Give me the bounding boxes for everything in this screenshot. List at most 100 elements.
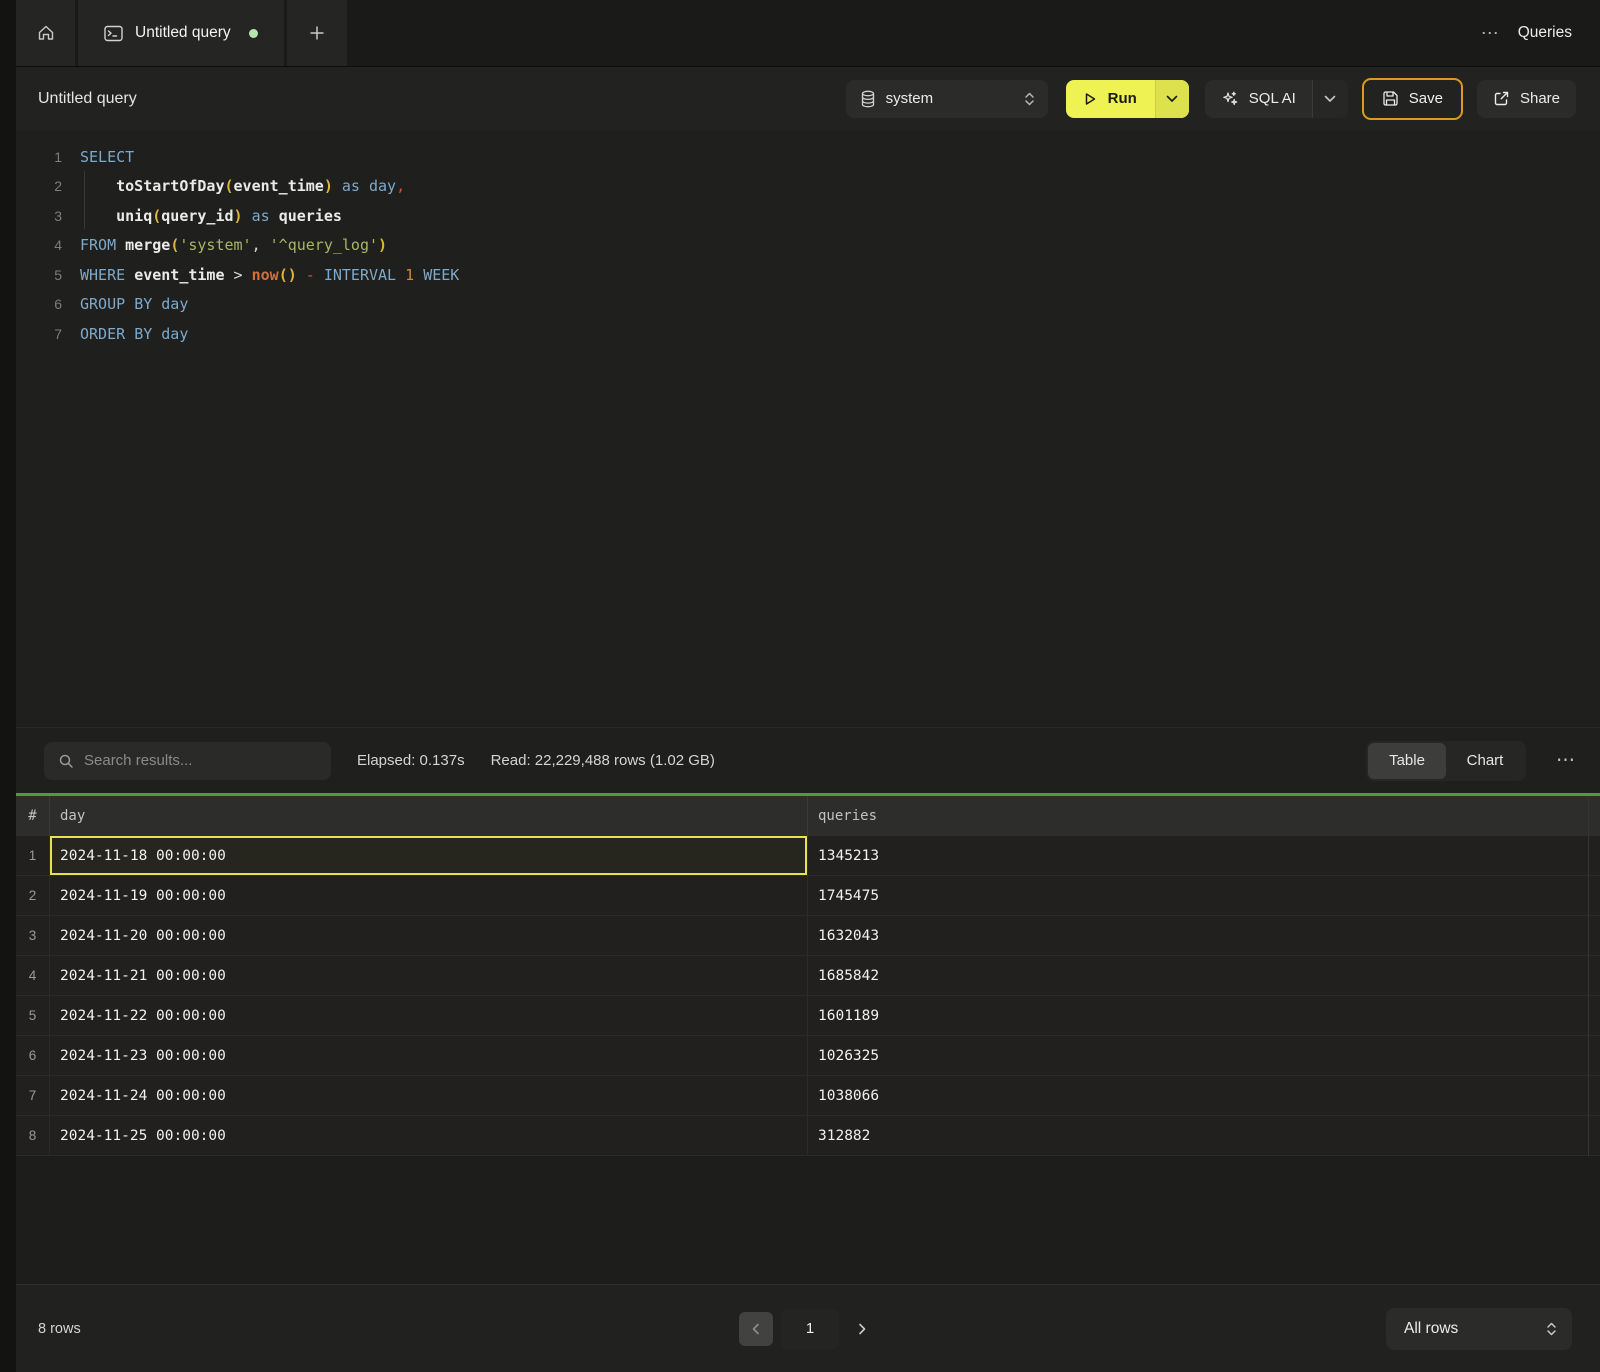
tab-table-view[interactable]: Table (1368, 743, 1446, 779)
run-button[interactable]: Run (1066, 80, 1155, 118)
results-more-icon[interactable]: ⋯ (1556, 749, 1576, 772)
left-edge-strip (0, 0, 16, 1372)
share-label: Share (1520, 90, 1560, 107)
code-line[interactable]: 6GROUP BY day (16, 290, 1600, 320)
search-icon (58, 753, 74, 769)
view-toggle: Table Chart (1366, 741, 1526, 781)
query-title: Untitled query (38, 90, 832, 108)
save-button[interactable]: Save (1362, 78, 1463, 120)
cell-day[interactable]: 2024-11-25 00:00:00 (50, 1116, 808, 1155)
sql-editor[interactable]: 1SELECT2 toStartOfDay(event_time) as day… (16, 130, 1600, 727)
sql-ai-label: SQL AI (1249, 90, 1296, 107)
run-label: Run (1108, 90, 1137, 107)
row-index-cell[interactable]: 5 (16, 996, 50, 1035)
row-index-cell[interactable]: 3 (16, 916, 50, 955)
code-line[interactable]: 4FROM merge('system', '^query_log') (16, 231, 1600, 261)
table-row[interactable]: 22024-11-19 00:00:001745475 (16, 876, 1600, 916)
database-selector[interactable]: system (846, 80, 1048, 118)
cell-queries[interactable]: 312882 (808, 1116, 1600, 1155)
chevron-right-icon (858, 1323, 866, 1335)
queries-link[interactable]: Queries (1518, 24, 1572, 42)
cell-queries[interactable]: 1632043 (808, 916, 1600, 955)
cell-queries[interactable]: 1601189 (808, 996, 1600, 1035)
unsaved-indicator-dot (249, 29, 258, 38)
cell-day[interactable]: 2024-11-23 00:00:00 (50, 1036, 808, 1075)
cell-queries[interactable]: 1745475 (808, 876, 1600, 915)
tab-title: Untitled query (135, 24, 231, 42)
chevron-left-icon (752, 1323, 760, 1335)
line-number: 5 (16, 267, 62, 283)
more-options-icon[interactable]: ⋯ (1481, 23, 1500, 44)
column-header-day[interactable]: day (50, 796, 808, 836)
run-options-button[interactable] (1155, 80, 1189, 118)
scrollbar-gutter[interactable] (1588, 796, 1600, 1156)
external-link-icon (1493, 90, 1510, 107)
table-row[interactable]: 52024-11-22 00:00:001601189 (16, 996, 1600, 1036)
new-tab-button[interactable] (287, 0, 347, 66)
search-results-box[interactable] (44, 742, 331, 780)
line-number: 7 (16, 326, 62, 342)
save-icon (1382, 90, 1399, 107)
table-row[interactable]: 72024-11-24 00:00:001038066 (16, 1076, 1600, 1116)
code-text: GROUP BY day (62, 295, 188, 313)
column-header-index[interactable]: # (16, 796, 50, 836)
database-icon (860, 90, 876, 108)
terminal-icon (104, 25, 123, 42)
line-number: 3 (16, 208, 62, 224)
row-index-cell[interactable]: 1 (16, 836, 50, 875)
code-line[interactable]: 7ORDER BY day (16, 319, 1600, 349)
code-line[interactable]: 5WHERE event_time > now() - INTERVAL 1 W… (16, 260, 1600, 290)
results-empty-area (16, 1156, 1600, 1284)
cell-day[interactable]: 2024-11-18 00:00:00 (50, 836, 808, 875)
line-number: 2 (16, 178, 62, 194)
code-line[interactable]: 3 uniq(query_id) as queries (16, 201, 1600, 231)
previous-page-button[interactable] (739, 1312, 773, 1346)
page-number-button[interactable]: 1 (781, 1309, 839, 1349)
cell-queries[interactable]: 1345213 (808, 836, 1600, 875)
code-line[interactable]: 1SELECT (16, 142, 1600, 172)
code-text: WHERE event_time > now() - INTERVAL 1 WE… (62, 266, 459, 284)
tab-untitled-query[interactable]: Untitled query (78, 0, 284, 66)
table-row[interactable]: 32024-11-20 00:00:001632043 (16, 916, 1600, 956)
cell-day[interactable]: 2024-11-21 00:00:00 (50, 956, 808, 995)
table-row[interactable]: 42024-11-21 00:00:001685842 (16, 956, 1600, 996)
row-index-cell[interactable]: 7 (16, 1076, 50, 1115)
cell-queries[interactable]: 1026325 (808, 1036, 1600, 1075)
search-results-input[interactable] (84, 752, 319, 769)
next-page-button[interactable] (847, 1312, 877, 1346)
code-text: uniq(query_id) as queries (62, 207, 342, 225)
results-footer: 8 rows 1 All rows (16, 1284, 1600, 1372)
chevron-updown-icon (1545, 1321, 1558, 1337)
cell-queries[interactable]: 1685842 (808, 956, 1600, 995)
row-count: 8 rows (38, 1321, 81, 1337)
line-number: 1 (16, 149, 62, 165)
share-button[interactable]: Share (1477, 80, 1576, 118)
row-index-cell[interactable]: 4 (16, 956, 50, 995)
row-index-cell[interactable]: 6 (16, 1036, 50, 1075)
table-row[interactable]: 62024-11-23 00:00:001026325 (16, 1036, 1600, 1076)
column-header-queries[interactable]: queries (808, 796, 1600, 836)
cell-day[interactable]: 2024-11-24 00:00:00 (50, 1076, 808, 1115)
sql-console-window: Untitled query ⋯ Queries Untitled query (0, 0, 1600, 1372)
plus-icon (308, 24, 326, 42)
cell-day[interactable]: 2024-11-19 00:00:00 (50, 876, 808, 915)
sql-ai-options-button[interactable] (1312, 80, 1348, 118)
table-row[interactable]: 82024-11-25 00:00:00312882 (16, 1116, 1600, 1156)
cell-day[interactable]: 2024-11-20 00:00:00 (50, 916, 808, 955)
table-row[interactable]: 12024-11-18 00:00:001345213 (16, 836, 1600, 876)
code-text: SELECT (62, 148, 134, 166)
database-selected-value: system (886, 90, 1013, 107)
row-index-cell[interactable]: 2 (16, 876, 50, 915)
row-index-cell[interactable]: 8 (16, 1116, 50, 1155)
read-stat: Read: 22,229,488 rows (1.02 GB) (491, 752, 715, 769)
table-body: 12024-11-18 00:00:00134521322024-11-19 0… (16, 836, 1600, 1156)
code-line[interactable]: 2 toStartOfDay(event_time) as day, (16, 172, 1600, 202)
sql-ai-button[interactable]: SQL AI (1205, 80, 1312, 118)
cell-queries[interactable]: 1038066 (808, 1076, 1600, 1115)
table-header-row: # day queries (16, 796, 1600, 836)
page-size-selector[interactable]: All rows (1386, 1308, 1572, 1350)
tab-chart-view[interactable]: Chart (1446, 743, 1524, 779)
home-button[interactable] (16, 0, 75, 66)
chevron-down-icon (1166, 95, 1178, 103)
cell-day[interactable]: 2024-11-22 00:00:00 (50, 996, 808, 1035)
